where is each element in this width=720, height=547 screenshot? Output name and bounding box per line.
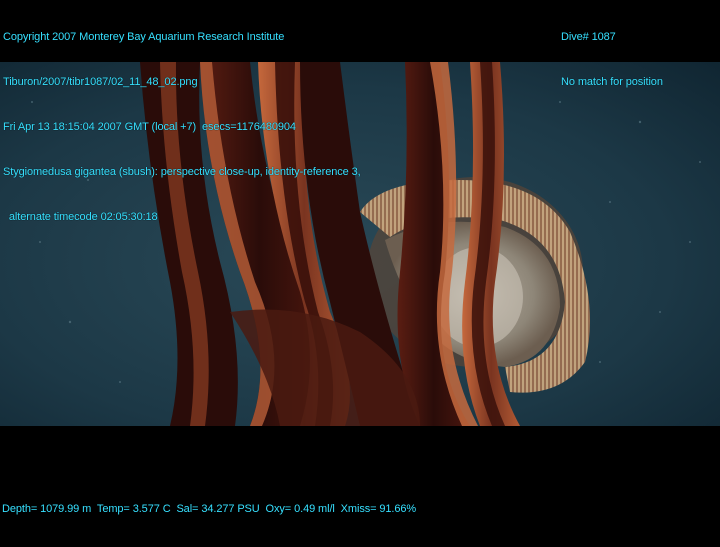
file-path-line: Tiburon/2007/tibr1087/02_11_48_02.png: [3, 76, 198, 88]
timecode-line: alternate timecode 02:05:30:18: [3, 211, 158, 223]
species-line: Stygiomedusa gigantea (sbush): perspecti…: [3, 166, 361, 178]
dive-number: Dive# 1087: [561, 31, 616, 43]
copyright-line: Copyright 2007 Monterey Bay Aquarium Res…: [3, 31, 285, 43]
position-status: No match for position: [561, 76, 663, 88]
timestamp-line: Fri Apr 13 18:15:04 2007 GMT (local +7) …: [3, 121, 296, 133]
header-metadata-left: Copyright 2007 Monterey Bay Aquarium Res…: [3, 0, 361, 255]
telemetry-readout: Depth= 1079.99 m Temp= 3.577 C Sal= 34.2…: [2, 503, 417, 515]
header-metadata-right: Dive# 1087 No match for position: [561, 0, 663, 120]
video-frame: Copyright 2007 Monterey Bay Aquarium Res…: [0, 0, 720, 515]
telemetry-footer: Depth= 1079.99 m Temp= 3.577 C Sal= 34.2…: [2, 472, 416, 547]
